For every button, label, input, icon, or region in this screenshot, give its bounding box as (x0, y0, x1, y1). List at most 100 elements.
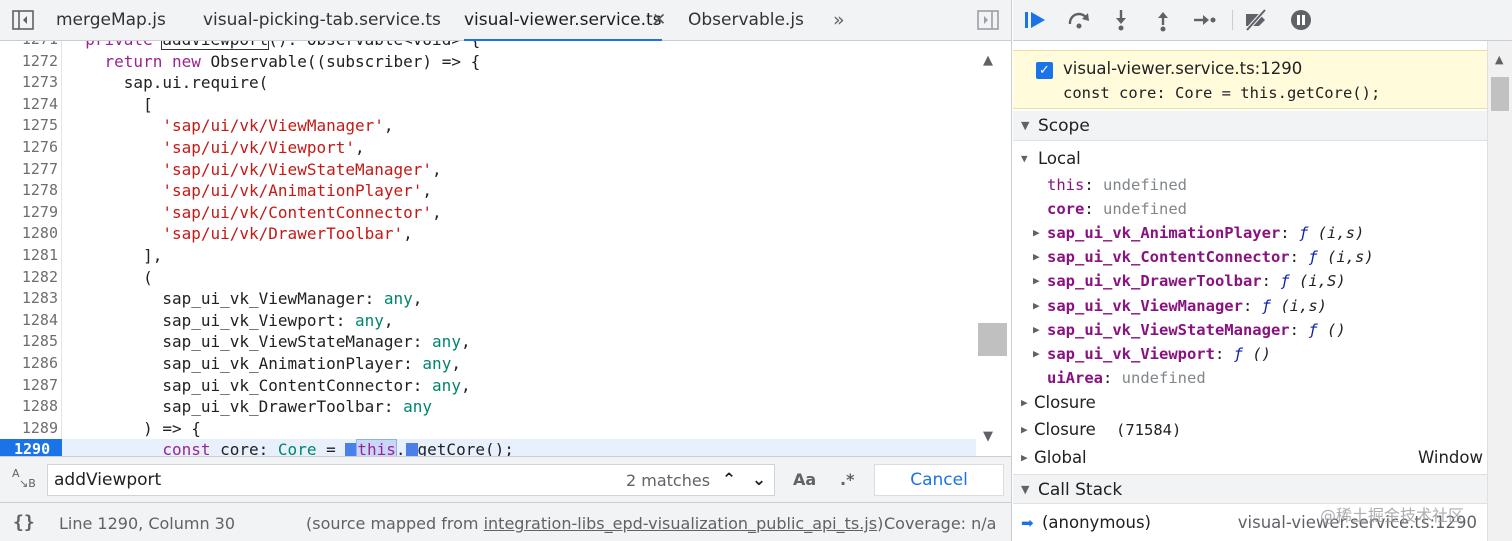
line-number[interactable]: 1274 (0, 94, 58, 116)
scope-global[interactable]: ▶ Global Window (1021, 446, 1483, 470)
code-line[interactable]: 1276 'sap/ui/vk/Viewport', (0, 137, 976, 159)
expand-variable-icon[interactable]: ▶ (1033, 294, 1040, 318)
line-number[interactable]: 1277 (0, 159, 58, 181)
previous-match-icon[interactable]: ⌃ (714, 465, 744, 495)
code-line[interactable]: 1272 return new Observable((subscriber) … (0, 51, 976, 73)
expand-variable-icon[interactable]: ▶ (1033, 245, 1040, 269)
code-editor[interactable]: 1271 private addViewport(): Observable<v… (0, 41, 1011, 456)
inline-breakpoint-marker[interactable] (345, 443, 358, 456)
call-stack-section-header[interactable]: ▼ Call Stack (1013, 474, 1487, 504)
debugger-scroll-thumb[interactable] (1491, 77, 1509, 111)
tab-close-icon[interactable]: ✕ (652, 0, 666, 40)
code-token: any (432, 375, 461, 395)
code-line[interactable]: 1274 [ (0, 94, 976, 116)
line-number[interactable]: 1271 (0, 41, 58, 51)
line-number[interactable]: 1282 (0, 267, 58, 289)
code-line-current[interactable]: 1290 const core: Core = this. getCore(); (0, 439, 976, 456)
line-number[interactable]: 1279 (0, 202, 58, 224)
code-line[interactable]: 1287 sap_ui_vk_ContentConnector: any, (0, 375, 976, 397)
resume-icon[interactable] (1023, 8, 1049, 32)
code-line[interactable]: 1286 sap_ui_vk_AnimationPlayer: any, (0, 353, 976, 375)
search-replace-icon[interactable]: A ↘B (12, 468, 36, 491)
code-line[interactable]: 1281 ], (0, 245, 976, 267)
collapse-scope-icon[interactable]: ▼ (1021, 111, 1029, 141)
collapse-local-icon[interactable]: ▼ (1021, 147, 1028, 171)
line-number[interactable]: 1276 (0, 137, 58, 159)
line-number[interactable]: 1272 (0, 51, 58, 73)
code-line[interactable]: 1280 'sap/ui/vk/DrawerToolbar', (0, 223, 976, 245)
breakpoint-line-number[interactable]: 1290 (0, 439, 62, 456)
line-number[interactable]: 1288 (0, 396, 58, 418)
pretty-print-icon[interactable]: {} (13, 512, 35, 533)
line-number[interactable]: 1275 (0, 115, 58, 137)
line-number[interactable]: 1278 (0, 180, 58, 202)
code-line[interactable]: 1279 'sap/ui/vk/ContentConnector', (0, 202, 976, 224)
cancel-search-button[interactable]: Cancel (874, 464, 1004, 496)
code-text: return new Observable((subscriber) => { (66, 51, 481, 73)
line-number[interactable]: 1285 (0, 331, 58, 353)
expand-variable-icon[interactable]: ▶ (1033, 269, 1040, 293)
breakpoint-location[interactable]: visual-viewer.service.ts:1290 (1063, 59, 1302, 78)
line-number[interactable]: 1273 (0, 72, 58, 94)
next-match-icon[interactable]: ⌄ (744, 465, 774, 495)
expand-variable-icon[interactable]: ▶ (1033, 318, 1040, 342)
code-line[interactable]: 1282 ( (0, 267, 976, 289)
breakpoint-checkbox[interactable]: ✓ (1036, 62, 1053, 79)
scope-variable-text: core: undefined (1047, 197, 1187, 221)
tab-visual-picking-tab-service[interactable]: visual-picking-tab.service.ts (203, 0, 441, 40)
toggle-debugger-icon[interactable] (977, 10, 999, 30)
line-number[interactable]: 1286 (0, 353, 58, 375)
expand-global-icon[interactable]: ▶ (1021, 446, 1028, 470)
code-token: getCore(); (417, 440, 514, 456)
regex-toggle[interactable]: .* (840, 470, 854, 489)
debugger-scrollbar[interactable]: ▲ (1487, 41, 1512, 541)
line-number[interactable]: 1280 (0, 223, 58, 245)
coverage-status[interactable]: Coverage: n/a (884, 514, 996, 533)
scope-section-header[interactable]: ▼ Scope (1013, 111, 1487, 141)
search-bar: A ↘B 2 matches ⌃ ⌄ Aa .* Cancel (0, 456, 1011, 502)
toggle-navigator-icon[interactable] (12, 10, 34, 30)
expand-variable-icon[interactable]: ▶ (1033, 342, 1040, 366)
code-line[interactable]: 1277 'sap/ui/vk/ViewStateManager', (0, 159, 976, 181)
collapse-call-stack-icon[interactable]: ▼ (1021, 475, 1029, 505)
code-line[interactable]: 1275 'sap/ui/vk/ViewManager', (0, 115, 976, 137)
code-line[interactable]: 1288 sap_ui_vk_DrawerToolbar: any (0, 396, 976, 418)
code-line[interactable]: 1283 sap_ui_vk_ViewManager: any, (0, 288, 976, 310)
line-number[interactable]: 1283 (0, 288, 58, 310)
code-line[interactable]: 1289 ) => { (0, 418, 976, 440)
scope-variable-text: sap_ui_vk_ViewManager: ƒ (i,s) (1047, 294, 1327, 318)
line-number[interactable]: 1287 (0, 375, 58, 397)
line-number[interactable]: 1289 (0, 418, 58, 440)
match-case-toggle[interactable]: Aa (793, 470, 816, 489)
expand-closure-icon[interactable]: ▶ (1021, 391, 1028, 415)
expand-variable-icon[interactable]: ▶ (1033, 221, 1040, 245)
scroll-down-icon[interactable]: ▼ (983, 429, 993, 444)
tab-visual-viewer-service[interactable]: visual-viewer.service.ts (464, 0, 662, 41)
pause-on-exceptions-icon[interactable] (1288, 8, 1314, 32)
source-map-link[interactable]: integration-libs_epd-visualization_publi… (484, 514, 878, 533)
step-icon[interactable] (1191, 8, 1217, 32)
code-line[interactable]: 1278 'sap/ui/vk/AnimationPlayer', (0, 180, 976, 202)
code-line[interactable]: 1271 private addViewport(): Observable<v… (0, 41, 976, 51)
editor-scroll-thumb[interactable] (978, 323, 1007, 356)
line-number[interactable]: 1281 (0, 245, 58, 267)
scroll-up-icon[interactable]: ▲ (983, 53, 993, 68)
step-over-icon[interactable] (1066, 8, 1092, 32)
debugger-scroll-up-icon[interactable]: ▲ (1495, 53, 1503, 66)
line-number[interactable]: 1284 (0, 310, 58, 332)
editor-scrollbar[interactable]: ▲ ▼ (976, 41, 1011, 456)
more-tabs-icon[interactable]: » (833, 0, 845, 40)
tab-mergemap[interactable]: mergeMap.js (56, 0, 166, 40)
deactivate-breakpoints-icon[interactable] (1243, 8, 1269, 32)
step-into-icon[interactable] (1108, 8, 1134, 32)
code-line[interactable]: 1273 sap.ui.require( (0, 72, 976, 94)
tab-observable[interactable]: Observable.js (688, 0, 804, 40)
inline-breakpoint-marker[interactable] (405, 443, 418, 456)
code-line[interactable]: 1284 sap_ui_vk_Viewport: any, (0, 310, 976, 332)
call-frame-function: (anonymous) (1042, 513, 1151, 532)
code-line[interactable]: 1285 sap_ui_vk_ViewStateManager: any, (0, 331, 976, 353)
step-out-icon[interactable] (1150, 8, 1176, 32)
paused-breakpoint[interactable]: ✓ visual-viewer.service.ts:1290 const co… (1013, 50, 1487, 109)
expand-closure-71584-icon[interactable]: ▶ (1021, 418, 1028, 442)
